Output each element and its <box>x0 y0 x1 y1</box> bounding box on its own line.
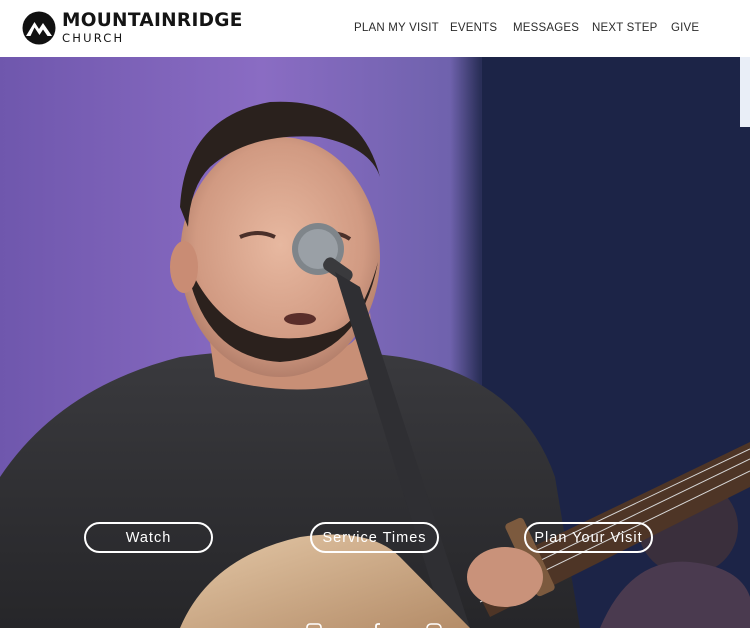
plan-your-visit-button[interactable]: Plan Your Visit <box>524 522 653 553</box>
youtube-icon[interactable] <box>306 623 322 628</box>
facebook-icon[interactable] <box>367 623 383 628</box>
nav-item-messages[interactable]: MESSAGES <box>513 22 579 34</box>
watch-button[interactable]: Watch <box>84 522 213 553</box>
social-links <box>0 623 750 628</box>
hero-banner: Watch Service Times Plan Your Visit <box>0 57 750 628</box>
nav-item-events[interactable]: EVENTS <box>450 22 497 34</box>
instagram-icon[interactable] <box>426 623 442 628</box>
nav-item-next-step[interactable]: NEXT STEP <box>592 22 658 34</box>
main-nav: PLAN MY VISIT EVENTS MESSAGES NEXT STEP … <box>0 22 750 38</box>
site-header: MOUNTAINRIDGE CHURCH PLAN MY VISIT EVENT… <box>0 0 750 57</box>
nav-item-give[interactable]: GIVE <box>671 22 699 34</box>
service-times-button[interactable]: Service Times <box>310 522 439 553</box>
nav-item-plan-my-visit[interactable]: PLAN MY VISIT <box>354 22 439 34</box>
